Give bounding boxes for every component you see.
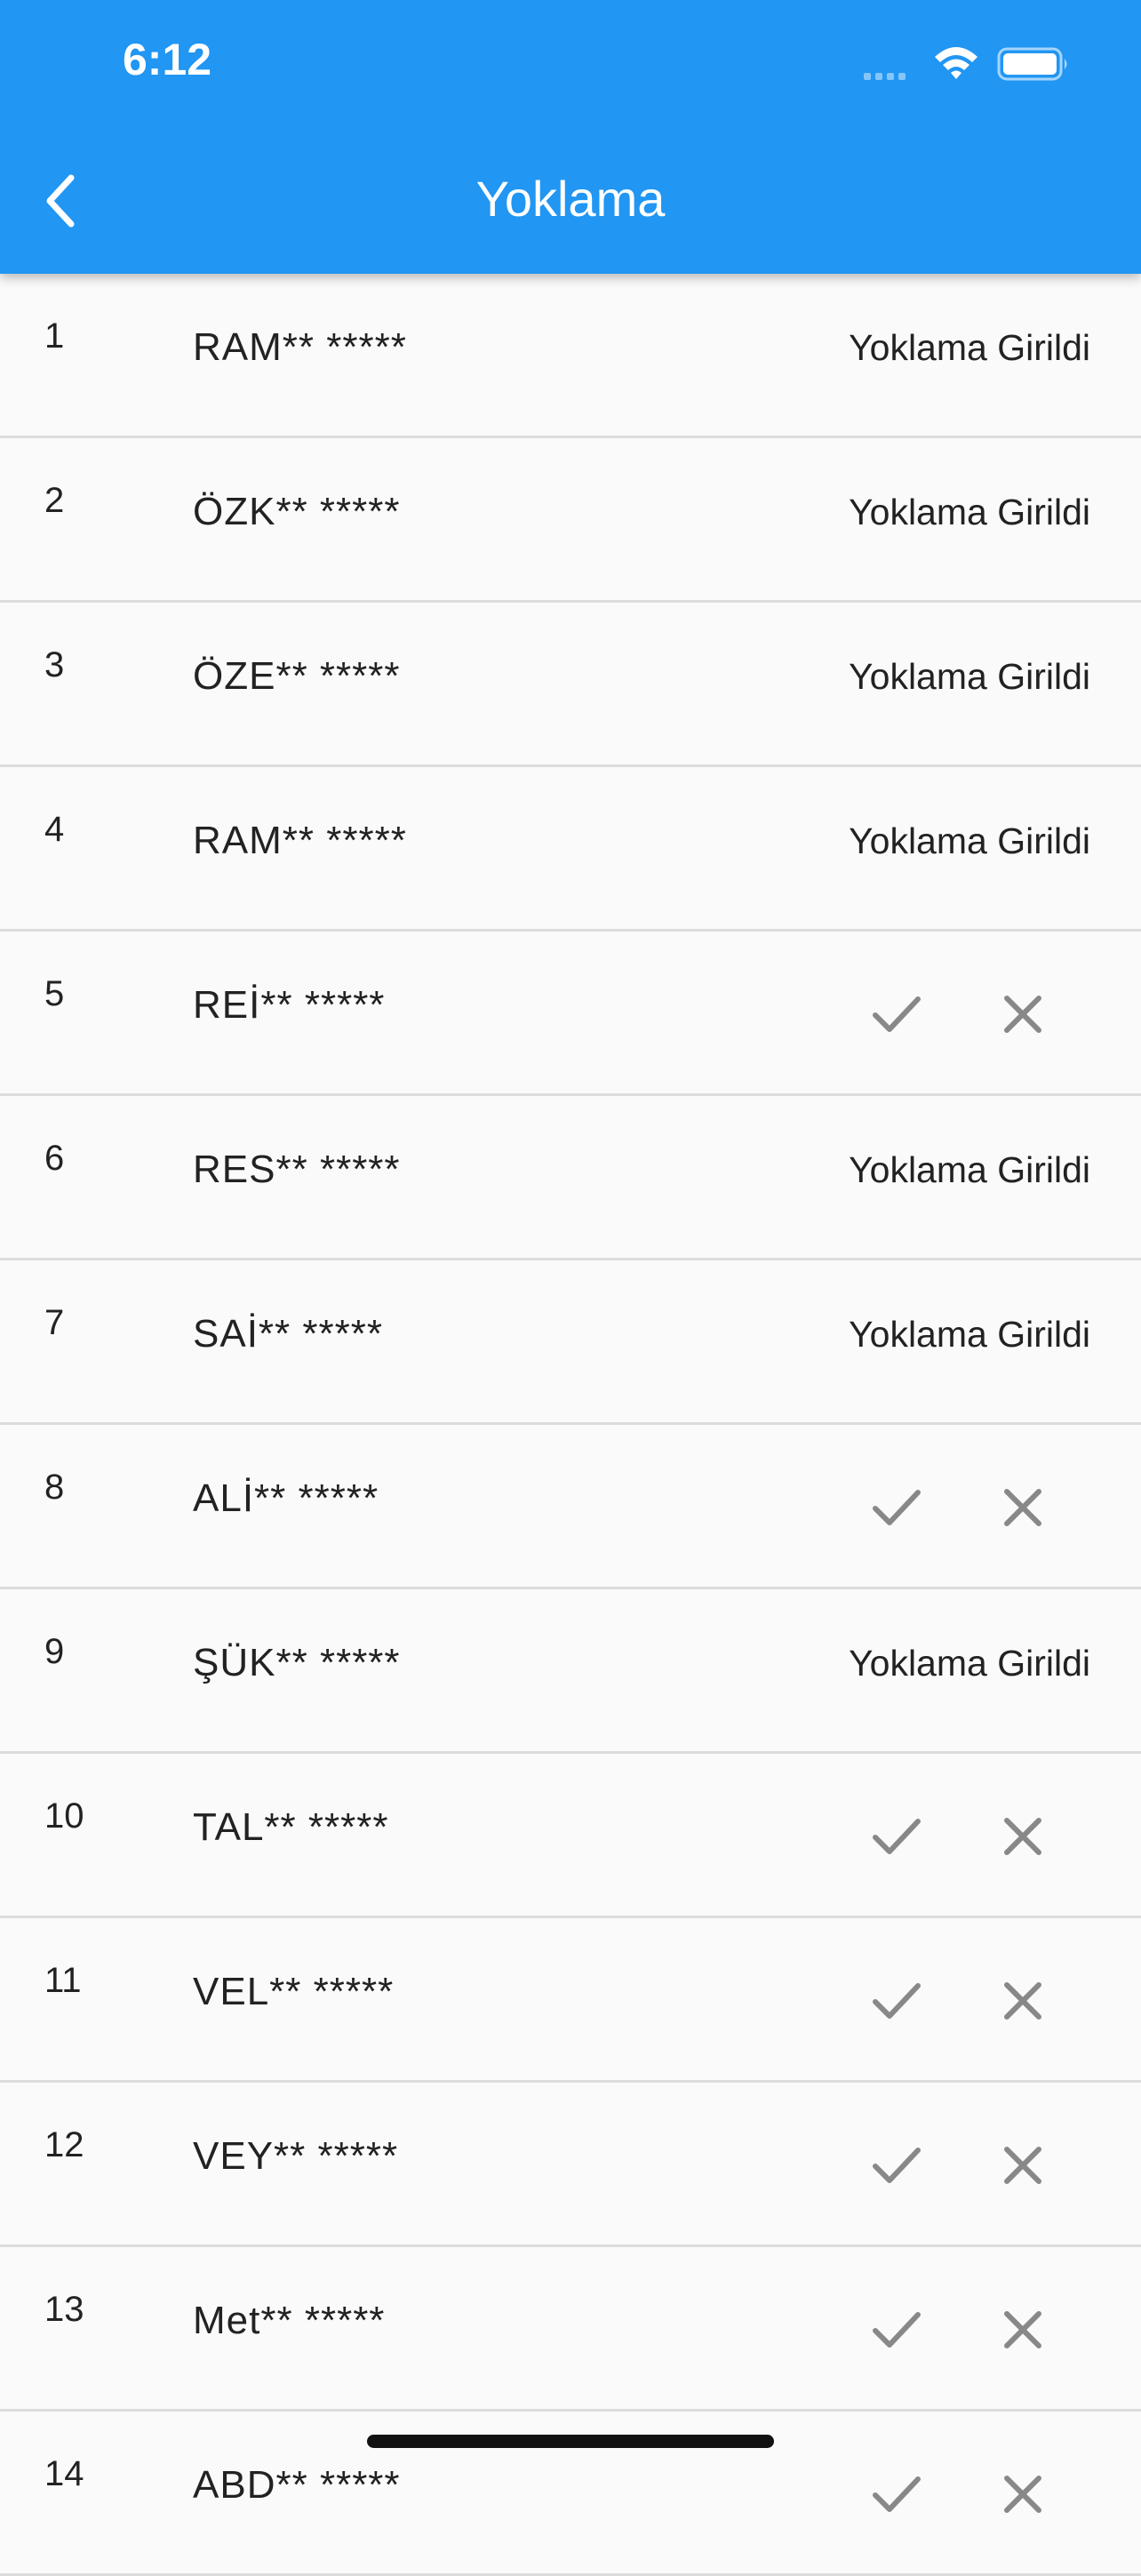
list-item: 6 RES** ***** Yoklama Girildi xyxy=(0,1096,1141,1260)
mark-present-button[interactable] xyxy=(857,974,937,1054)
student-number: 4 xyxy=(44,810,65,849)
student-name: ÖZK** ***** xyxy=(193,490,401,533)
attendance-status: Yoklama Girildi xyxy=(849,1314,1090,1355)
wifi-icon xyxy=(935,47,977,79)
app-bar: 6:12 Yoklama xyxy=(0,0,1141,274)
check-icon xyxy=(873,2148,921,2183)
cellular-signal-icon xyxy=(864,73,917,80)
mark-absent-button[interactable] xyxy=(983,1468,1063,1548)
check-icon xyxy=(873,1490,921,1525)
attendance-status: Yoklama Girildi xyxy=(849,327,1090,368)
student-name: ALİ** ***** xyxy=(193,1476,379,1520)
attendance-status: Yoklama Girildi xyxy=(849,820,1090,861)
student-name: ABD** ***** xyxy=(193,2463,401,2507)
mark-present-button[interactable] xyxy=(857,2125,937,2205)
mark-absent-button[interactable] xyxy=(983,1961,1063,2041)
mark-absent-button[interactable] xyxy=(983,2290,1063,2370)
student-number: 9 xyxy=(44,1632,65,1671)
student-list: 1 RAM** ***** Yoklama Girildi 2 ÖZK** ***** Y… xyxy=(0,274,1141,2576)
mark-absent-button[interactable] xyxy=(983,974,1063,1054)
close-icon xyxy=(1004,1818,1041,1855)
student-number: 5 xyxy=(44,974,65,1013)
list-item: 4 RAM** ***** Yoklama Girildi xyxy=(0,767,1141,932)
student-name: SAİ** ***** xyxy=(193,1312,384,1356)
student-name: REİ** ***** xyxy=(193,983,386,1027)
home-indicator xyxy=(367,2435,774,2448)
close-icon xyxy=(1004,2311,1041,2348)
student-number: 8 xyxy=(44,1468,65,1507)
attendance-status: Yoklama Girildi xyxy=(849,1149,1090,1190)
list-item: 12 VEY** ***** xyxy=(0,2083,1141,2247)
student-number: 13 xyxy=(44,2290,84,2329)
student-number: 11 xyxy=(44,1961,82,2000)
check-icon xyxy=(873,2476,921,2512)
student-number: 14 xyxy=(44,2454,84,2493)
mark-absent-button[interactable] xyxy=(983,2454,1063,2534)
student-number: 10 xyxy=(44,1796,84,1836)
student-name: RAM** ***** xyxy=(193,325,407,369)
page-title: Yoklama xyxy=(475,171,666,227)
list-item: 10 TAL** ***** xyxy=(0,1754,1141,1918)
list-item: 3 ÖZE** ***** Yoklama Girildi xyxy=(0,603,1141,767)
student-number: 6 xyxy=(44,1139,65,1178)
close-icon xyxy=(1004,1982,1041,2020)
close-icon xyxy=(1004,2476,1041,2513)
check-icon xyxy=(873,1983,921,2019)
status-time: 6:12 xyxy=(123,35,212,84)
list-item: 5 REİ** ***** xyxy=(0,932,1141,1096)
student-number: 3 xyxy=(44,645,65,684)
mark-present-button[interactable] xyxy=(857,1468,937,1548)
student-name: ŞÜK** ***** xyxy=(193,1641,401,1684)
mark-present-button[interactable] xyxy=(857,1796,937,1876)
attendance-status: Yoklama Girildi xyxy=(849,656,1090,697)
attendance-status: Yoklama Girildi xyxy=(849,492,1090,532)
list-item: 2 ÖZK** ***** Yoklama Girildi xyxy=(0,438,1141,603)
battery-icon xyxy=(997,47,1067,81)
list-item: 9 ŞÜK** ***** Yoklama Girildi xyxy=(0,1589,1141,1754)
student-name: TAL** ***** xyxy=(193,1805,389,1849)
close-icon xyxy=(1004,996,1041,1033)
student-name: ÖZE** ***** xyxy=(193,654,401,698)
check-icon xyxy=(873,1819,921,1854)
student-name: VEY** ***** xyxy=(193,2134,399,2178)
student-number: 7 xyxy=(44,1303,65,1342)
mark-absent-button[interactable] xyxy=(983,2125,1063,2205)
student-name: Met** ***** xyxy=(193,2299,386,2342)
check-icon xyxy=(873,2312,921,2348)
list-item: 1 RAM** ***** Yoklama Girildi xyxy=(0,274,1141,438)
mark-absent-button[interactable] xyxy=(983,1796,1063,1876)
check-icon xyxy=(873,996,921,1032)
list-item: 7 SAİ** ***** Yoklama Girildi xyxy=(0,1260,1141,1425)
close-icon xyxy=(1004,1489,1041,1526)
list-item: 13 Met** ***** xyxy=(0,2247,1141,2412)
student-number: 2 xyxy=(44,481,65,520)
list-item: 8 ALİ** ***** xyxy=(0,1425,1141,1589)
close-icon xyxy=(1004,2147,1041,2184)
mark-present-button[interactable] xyxy=(857,2454,937,2534)
list-item: 11 VEL** ***** xyxy=(0,1918,1141,2083)
student-number: 12 xyxy=(44,2125,84,2164)
student-name: VEL** ***** xyxy=(193,1970,395,2013)
mark-present-button[interactable] xyxy=(857,1961,937,2041)
student-name: RES** ***** xyxy=(193,1148,401,1191)
mark-present-button[interactable] xyxy=(857,2290,937,2370)
student-number: 1 xyxy=(44,316,65,356)
student-name: RAM** ***** xyxy=(193,819,407,862)
attendance-status: Yoklama Girildi xyxy=(849,1643,1090,1684)
